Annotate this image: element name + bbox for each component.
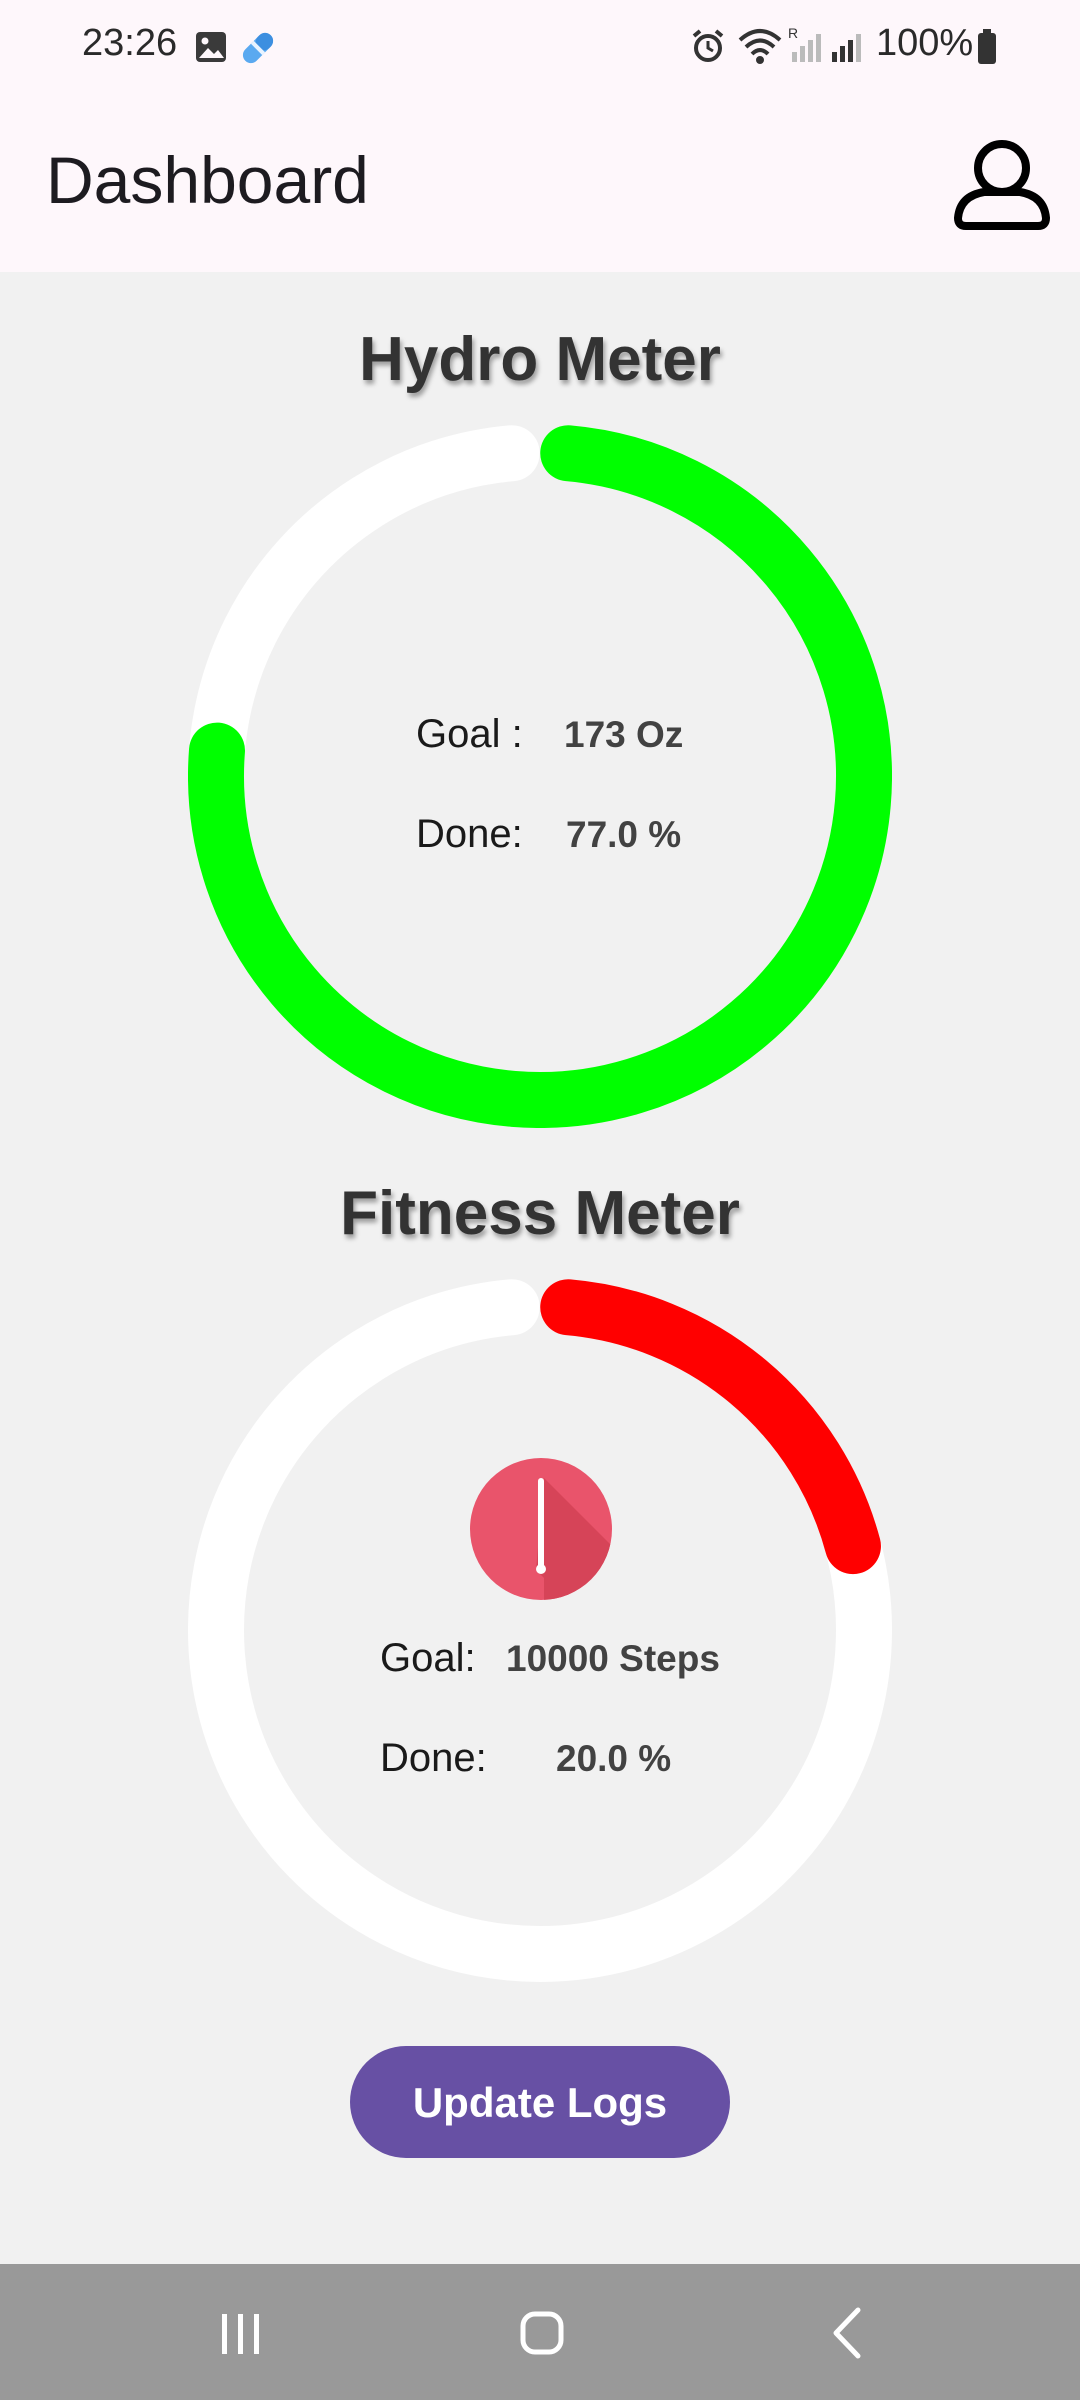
fitness-done-value: 20.0 %: [556, 1738, 672, 1779]
hydro-goal-label: Goal :: [416, 712, 523, 756]
page-title: Dashboard: [46, 143, 369, 217]
pill-icon: [242, 32, 274, 64]
hydro-done-label: Done:: [416, 812, 523, 856]
fitness-goal-value: 10000 Steps: [506, 1638, 720, 1679]
svg-text:R: R: [788, 25, 798, 41]
battery-percentage: 100%: [876, 22, 974, 64]
hydro-goal-value: 173 Oz: [564, 714, 684, 755]
hydro-meter-title: Hydro Meter: [359, 325, 721, 394]
exclamation-alert-icon: [470, 1458, 612, 1600]
person-outline-icon[interactable]: [948, 130, 1056, 238]
fitness-progress-ring: [188, 1279, 892, 1982]
signal-icon: [832, 34, 861, 62]
signal-roaming-icon: R: [788, 25, 821, 62]
fitness-done-label: Done:: [380, 1736, 487, 1780]
system-nav-bar: [0, 2264, 1080, 2400]
hydro-progress-ring: [188, 425, 892, 1128]
alarm-icon: [692, 29, 724, 62]
gallery-icon: [196, 32, 226, 62]
app-bar: Dashboard: [0, 92, 1080, 272]
fitness-meter-title: Fitness Meter: [340, 1179, 740, 1248]
status-time: 23:26: [82, 22, 178, 64]
fitness-goal-label: Goal:: [380, 1636, 476, 1680]
recents-icon[interactable]: [160, 2264, 320, 2400]
back-icon[interactable]: [768, 2264, 928, 2400]
update-logs-button[interactable]: Update Logs: [350, 2046, 730, 2158]
wifi-icon: [738, 29, 782, 64]
battery-icon: [978, 29, 996, 64]
hydro-done-value: 77.0 %: [566, 814, 682, 855]
status-bar: 23:26 R 100%: [0, 0, 1080, 92]
home-icon[interactable]: [462, 2264, 622, 2400]
